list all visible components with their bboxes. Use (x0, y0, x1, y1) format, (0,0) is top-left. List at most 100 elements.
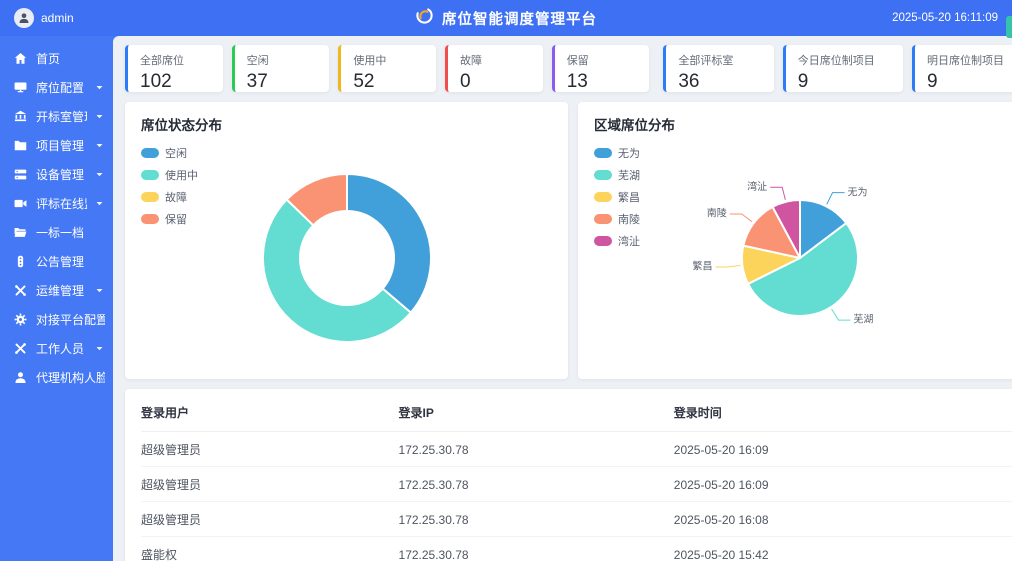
pie-label-line (716, 265, 741, 267)
stat-value: 9 (798, 71, 891, 93)
column-header: 登录用户 (141, 391, 399, 432)
app-root: admin 席位智能调度管理平台 2025-05-20 16:11:09 首页席… (0, 0, 1012, 561)
chevron-down-icon (95, 286, 104, 295)
stat-card: 使用中52 (338, 45, 436, 92)
sidebar-item-label: 开标室管理 (36, 108, 87, 125)
table-cell: 超级管理员 (141, 432, 399, 467)
stat-card: 故障 0 (445, 45, 543, 92)
bid-room-icon (13, 109, 28, 124)
sidebar-item-project-folder[interactable]: 项目管理 (0, 131, 113, 160)
stat-value: 13 (567, 71, 638, 93)
pie-label-line (832, 309, 851, 320)
chevron-down-icon (95, 83, 104, 92)
staff-tools-icon (13, 341, 28, 356)
chevron-down-icon (95, 141, 104, 150)
sidebar-item-bid-room[interactable]: 开标室管理 (0, 102, 113, 131)
sidebar-item-home[interactable]: 首页 (0, 44, 113, 73)
table-header-row: 登录用户登录IP登录时间 (141, 391, 1012, 432)
table-cell: 超级管理员 (141, 502, 399, 537)
sidebar-item-person[interactable]: 代理机构人脸 (0, 363, 113, 392)
table-cell: 172.25.30.78 (399, 432, 674, 467)
user-menu[interactable]: admin (0, 8, 300, 28)
stat-card: 全部评标室36 (663, 45, 773, 92)
seat-config-icon (13, 80, 28, 95)
stat-label: 空闲 (247, 52, 318, 68)
sidebar: 首页席位配置开标室管理项目管理设备管理评标在线监管一标一档公告管理运维管理对接平… (0, 36, 113, 561)
sidebar-item-label: 代理机构人脸 (36, 369, 105, 386)
sidebar-item-staff-tools[interactable]: 工作人员 (0, 334, 113, 363)
stat-value: 9 (927, 71, 1012, 93)
pie-label: 繁昌 (693, 260, 713, 273)
chevron-down-icon (95, 112, 104, 121)
pie-label: 湾沚 (747, 180, 767, 193)
login-log-panel: 登录用户登录IP登录时间 超级管理员172.25.30.782025-05-20… (125, 389, 1012, 561)
table-row: 超级管理员172.25.30.782025-05-20 16:09 (141, 432, 1012, 467)
stat-label: 今日席位制项目 (798, 52, 891, 68)
table-body: 超级管理员172.25.30.782025-05-20 16:09超级管理员17… (141, 432, 1012, 561)
sidebar-item-device-server[interactable]: 设备管理 (0, 160, 113, 189)
header-datetime: 2025-05-20 16:11:09 (892, 12, 998, 24)
stat-label: 故障 (460, 52, 531, 68)
stat-value: 37 (247, 71, 318, 93)
panel-region-distribution-chart: 区域席位分布 无为芜湖繁昌南陵湾沚 无为芜湖繁昌南陵湾沚 (578, 102, 1012, 379)
stats-row: 全部席位 102 空闲 37 使用中52 故障 0 保留13 全部评标室36 今日席位制项目 9 明日… (125, 45, 1012, 92)
table-row: 超级管理员172.25.30.782025-05-20 16:09 (141, 467, 1012, 502)
sidebar-item-label: 首页 (36, 50, 105, 67)
sidebar-item-video-camera[interactable]: 评标在线监管 (0, 189, 113, 218)
sidebar-item-label: 评标在线监管 (36, 195, 87, 212)
edge-widget-button[interactable] (1006, 16, 1012, 38)
sidebar-item-label: 项目管理 (36, 137, 87, 154)
table-cell: 超级管理员 (141, 467, 399, 502)
archive-folder-icon (13, 225, 28, 240)
sidebar-item-gear[interactable]: 对接平台配置 (0, 305, 113, 334)
charts-row: 席位状态分布 空闲使用中故障保留 区域席位分布 无为芜湖繁昌南陵湾沚 无为芜湖繁… (125, 102, 1012, 379)
pie-slice[interactable] (347, 174, 431, 313)
stat-value: 36 (678, 71, 761, 93)
sidebar-item-archive-folder[interactable]: 一标一档 (0, 218, 113, 247)
table-cell: 2025-05-20 16:09 (674, 467, 1012, 502)
gear-icon (13, 312, 28, 327)
main-content: 全部席位 102 空闲 37 使用中52 故障 0 保留13 全部评标室36 今日席位制项目 9 明日… (113, 36, 1012, 561)
user-avatar-icon (14, 8, 34, 28)
panel-seat-status-chart: 席位状态分布 空闲使用中故障保留 (125, 102, 568, 379)
chevron-down-icon (95, 344, 104, 353)
video-camera-icon (13, 196, 28, 211)
sidebar-item-ops-tools[interactable]: 运维管理 (0, 276, 113, 305)
header-right: 2025-05-20 16:11:09 (712, 12, 1012, 24)
sidebar-item-notice-light[interactable]: 公告管理 (0, 247, 113, 276)
stat-label: 明日席位制项目 (927, 52, 1012, 68)
pie-label-line (827, 193, 845, 205)
app-title: 席位智能调度管理平台 (442, 8, 597, 29)
ops-tools-icon (13, 283, 28, 298)
person-icon (13, 370, 28, 385)
table-row: 盛能权172.25.30.782025-05-20 15:42 (141, 537, 1012, 561)
sidebar-item-label: 运维管理 (36, 282, 87, 299)
table-cell: 172.25.30.78 (399, 537, 674, 561)
sidebar-item-label: 设备管理 (36, 166, 87, 183)
sidebar-item-seat-config[interactable]: 席位配置 (0, 73, 113, 102)
pie-label-line (770, 187, 785, 200)
chevron-down-icon (95, 170, 104, 179)
stat-value: 52 (353, 71, 424, 93)
notice-light-icon (13, 254, 28, 269)
logo-icon (415, 6, 434, 30)
stat-card: 空闲 37 (232, 45, 330, 92)
stat-label: 全部席位 (140, 52, 211, 68)
table-cell: 2025-05-20 15:42 (674, 537, 1012, 561)
table-cell: 2025-05-20 16:08 (674, 502, 1012, 537)
pie-label: 芜湖 (853, 313, 873, 326)
stat-value: 0 (460, 71, 531, 93)
device-server-icon (13, 167, 28, 182)
stat-card: 保留13 (552, 45, 650, 92)
stat-value: 102 (140, 71, 211, 93)
sidebar-item-label: 公告管理 (36, 253, 105, 270)
sidebar-item-label: 工作人员 (36, 340, 87, 357)
table-cell: 172.25.30.78 (399, 502, 674, 537)
username: admin (41, 11, 74, 25)
table-row: 超级管理员172.25.30.782025-05-20 16:08 (141, 502, 1012, 537)
stat-card: 今日席位制项目 9 (783, 45, 903, 92)
table-cell: 盛能权 (141, 537, 399, 561)
chevron-down-icon (95, 199, 104, 208)
seat-status-donut-chart (125, 102, 568, 379)
sidebar-item-label: 一标一档 (36, 224, 105, 241)
